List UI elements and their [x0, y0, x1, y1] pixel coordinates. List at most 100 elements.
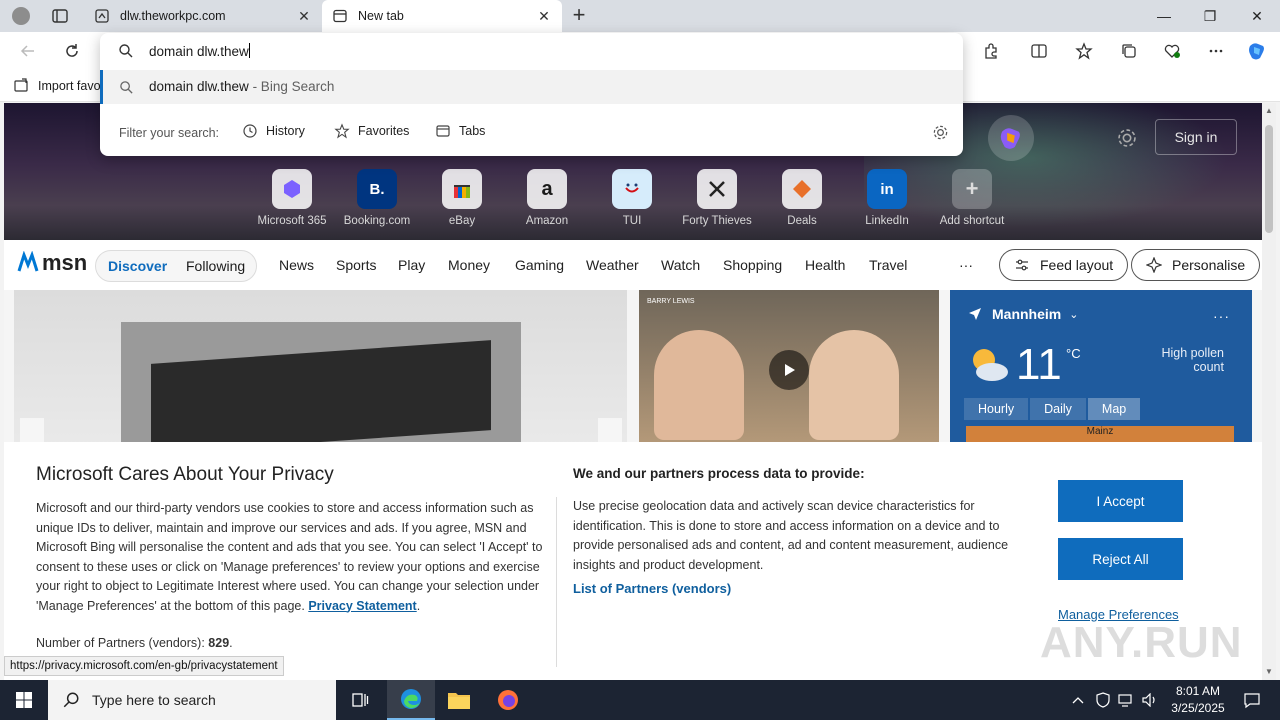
settings-more-icon[interactable] — [1205, 40, 1227, 62]
page-settings-gear-icon[interactable] — [1116, 127, 1138, 149]
split-screen-icon[interactable] — [1028, 40, 1050, 62]
privacy-statement-link[interactable]: Privacy Statement — [308, 599, 416, 613]
import-favorites-button[interactable]: Import favo — [14, 78, 101, 94]
nav-play[interactable]: Play — [398, 257, 425, 273]
weather-card[interactable]: Mannheim ⌄ ··· 11 °C High pollen count H… — [950, 290, 1252, 450]
personalise-button[interactable]: Personalise — [1131, 249, 1261, 281]
microsoft-365-icon — [272, 169, 312, 209]
feed-layout-label: Feed layout — [1040, 257, 1114, 273]
notification-dot — [30, 5, 36, 11]
refresh-button[interactable] — [60, 39, 84, 63]
taskbar-firefox[interactable] — [484, 680, 532, 720]
shortcut-ebay[interactable]: eBay — [420, 169, 504, 227]
shortcut-tui[interactable]: TUI — [590, 169, 674, 227]
nav-money[interactable]: Money — [448, 257, 490, 273]
network-icon[interactable] — [1117, 690, 1135, 710]
weather-city: Mannheim — [992, 306, 1062, 322]
news-card-carousel[interactable] — [14, 290, 627, 450]
close-window-button[interactable]: ✕ — [1234, 0, 1280, 32]
search-icon — [63, 692, 79, 708]
data-processing-body: Use precise geolocation data and activel… — [573, 499, 1009, 572]
reject-all-button[interactable]: Reject All — [1058, 538, 1183, 580]
collections-icon[interactable] — [1118, 40, 1140, 62]
scrollbar-thumb[interactable] — [1265, 125, 1273, 233]
filter-favorites-button[interactable]: Favorites — [334, 123, 409, 139]
notifications-button[interactable] — [1234, 680, 1270, 720]
data-processing-title: We and our partners process data to prov… — [573, 466, 865, 481]
tab-site[interactable]: dlw.theworkpc.com ✕ — [84, 0, 322, 32]
shortcut-label: TUI — [622, 215, 642, 227]
suggestion-bing-search[interactable]: domain dlw.thew - Bing Search — [100, 70, 963, 104]
performance-heart-icon[interactable] — [1161, 40, 1183, 62]
weather-location[interactable]: Mannheim ⌄ — [968, 306, 1078, 322]
list-of-partners-link[interactable]: List of Partners (vendors) — [573, 581, 731, 596]
video-card[interactable]: BARRY LEWIS — [639, 290, 939, 450]
weather-more-icon[interactable]: ··· — [1213, 308, 1230, 324]
close-tab-icon[interactable]: ✕ — [296, 8, 312, 24]
sign-in-button[interactable]: Sign in — [1155, 119, 1237, 155]
favorites-star-icon[interactable] — [1073, 40, 1095, 62]
msn-logo[interactable]: msn — [16, 250, 87, 276]
shortcut-label: eBay — [448, 215, 476, 227]
new-tab-button[interactable]: + — [568, 4, 590, 27]
nav-shopping[interactable]: Shopping — [723, 257, 782, 273]
shortcut-amazon[interactable]: a Amazon — [505, 169, 589, 227]
tab-following[interactable]: Following — [186, 258, 245, 274]
nav-news[interactable]: News — [279, 257, 314, 273]
nav-sports[interactable]: Sports — [336, 257, 376, 273]
address-input-value[interactable]: domain dlw.thew — [149, 43, 250, 59]
tab-new-tab[interactable]: New tab ✕ — [322, 0, 562, 32]
nav-more[interactable]: ··· — [959, 257, 973, 273]
accept-button[interactable]: I Accept — [1058, 480, 1183, 522]
weather-tab-map[interactable]: Map — [1087, 398, 1141, 420]
nav-watch[interactable]: Watch — [661, 257, 700, 273]
shortcut-add[interactable]: + Add shortcut — [930, 169, 1014, 227]
taskbar-search-box[interactable]: Type here to search — [48, 680, 336, 720]
tab-actions-icon — [52, 9, 68, 23]
nav-weather[interactable]: Weather — [586, 257, 639, 273]
shortcut-microsoft-365[interactable]: Microsoft 365 — [250, 169, 334, 227]
task-view-icon — [352, 693, 369, 707]
start-button[interactable] — [0, 680, 48, 720]
scroll-up-icon[interactable]: ▲ — [1264, 106, 1274, 116]
shortcut-linkedin[interactable]: in LinkedIn — [845, 169, 929, 227]
tab-actions-button[interactable] — [50, 6, 70, 26]
nav-health[interactable]: Health — [805, 257, 845, 273]
security-shield-icon[interactable] — [1094, 690, 1112, 710]
weather-tab-daily[interactable]: Daily — [1030, 398, 1086, 420]
pollen-alert[interactable]: High pollen count — [1134, 346, 1224, 374]
personalise-label: Personalise — [1172, 257, 1246, 273]
close-tab-icon[interactable]: ✕ — [536, 8, 552, 24]
shortcut-deals[interactable]: Deals — [760, 169, 844, 227]
tab-discover[interactable]: Discover — [108, 258, 167, 274]
shortcut-forty-thieves[interactable]: Forty Thieves — [675, 169, 759, 227]
anyrun-watermark: ANY.RUN — [1040, 618, 1243, 667]
sliders-icon — [1016, 259, 1028, 271]
minimize-button[interactable]: — — [1141, 0, 1187, 32]
show-hidden-icons-chevron-icon[interactable] — [1070, 690, 1086, 710]
copilot-icon[interactable] — [1246, 40, 1268, 62]
shortcut-booking[interactable]: B. Booking.com — [335, 169, 419, 227]
back-button[interactable] — [16, 39, 40, 63]
shortcut-label: Booking.com — [343, 215, 411, 227]
chevron-down-icon: ⌄ — [1069, 308, 1079, 321]
volume-icon[interactable] — [1141, 690, 1159, 710]
restore-button[interactable]: ❐ — [1187, 0, 1233, 32]
filter-tabs-button[interactable]: Tabs — [435, 123, 485, 139]
weather-tab-hourly[interactable]: Hourly — [964, 398, 1029, 420]
task-view-button[interactable] — [336, 680, 384, 720]
nav-gaming[interactable]: Gaming — [515, 257, 564, 273]
extensions-icon[interactable] — [980, 40, 1002, 62]
scroll-down-icon[interactable]: ▼ — [1264, 667, 1274, 677]
address-bar[interactable]: domain dlw.thew — [100, 33, 963, 69]
page-scrollbar[interactable]: ▲ ▼ — [1262, 103, 1276, 680]
taskbar-clock[interactable]: 8:01 AM 3/25/2025 — [1160, 683, 1236, 717]
copilot-button[interactable] — [988, 115, 1034, 161]
taskbar-edge[interactable] — [387, 680, 435, 720]
taskbar-file-explorer[interactable] — [435, 680, 483, 720]
filter-history-button[interactable]: History — [242, 123, 305, 139]
feed-layout-button[interactable]: Feed layout — [999, 249, 1129, 281]
nav-travel[interactable]: Travel — [869, 257, 907, 273]
gear-icon[interactable] — [932, 124, 949, 141]
play-button[interactable] — [769, 350, 809, 390]
